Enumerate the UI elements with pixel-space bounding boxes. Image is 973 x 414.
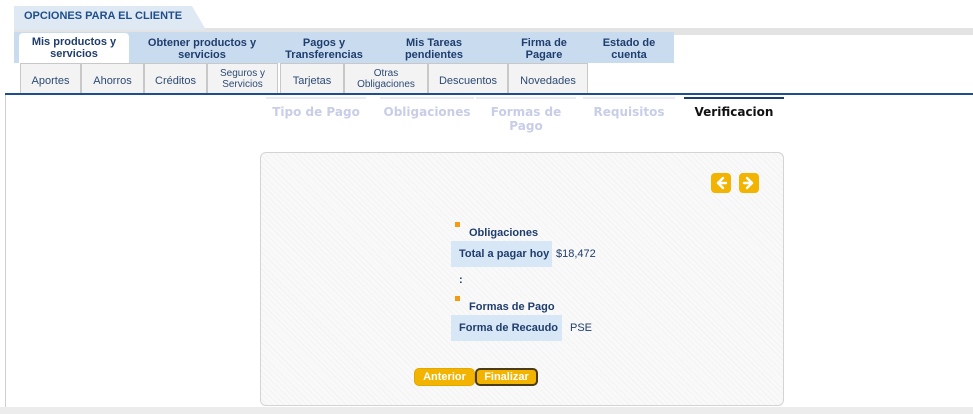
nav-item-obtener-productos[interactable]: Obtener productos y servicios bbox=[142, 34, 262, 63]
nav-item-estado-cuenta[interactable]: Estado de cuenta bbox=[594, 34, 664, 63]
sub-tab-ahorros[interactable]: Ahorros bbox=[81, 63, 144, 93]
sub-tab-otras-obligaciones[interactable]: Otras Obligaciones bbox=[344, 63, 428, 93]
left-divider bbox=[5, 95, 6, 407]
step-requisitos[interactable]: Requisitos bbox=[583, 97, 675, 121]
formas-pago-title: Formas de Pago bbox=[469, 301, 555, 313]
forma-recaudo-label: Forma de Recaudo bbox=[451, 315, 562, 341]
total-label: Total a pagar hoy : bbox=[451, 241, 552, 286]
sub-nav-underline bbox=[5, 93, 973, 95]
sub-tab-descuentos[interactable]: Descuentos bbox=[428, 63, 508, 93]
sub-tab-novedades[interactable]: Novedades bbox=[508, 63, 588, 93]
nav-item-pagos[interactable]: Pagos y Transferencias bbox=[274, 34, 374, 63]
nav-item-mis-productos[interactable]: Mis productos y servicios bbox=[19, 33, 129, 63]
header-title: OPCIONES PARA EL CLIENTE bbox=[24, 10, 183, 22]
sub-tab-aportes[interactable]: Aportes bbox=[20, 63, 81, 93]
page: OPCIONES PARA EL CLIENTE Mis productos y… bbox=[0, 0, 973, 414]
sub-nav: Aportes Ahorros Créditos Seguros y Servi… bbox=[14, 63, 973, 93]
obligaciones-title: Obligaciones bbox=[469, 227, 539, 239]
section-marker-icon bbox=[455, 222, 460, 227]
sub-tab-seguros[interactable]: Seguros y Servicios bbox=[207, 63, 278, 93]
step-obligaciones[interactable]: Obligaciones bbox=[380, 97, 474, 121]
nav-item-firma-pagare[interactable]: Firma de Pagare bbox=[504, 34, 584, 63]
arrow-left-icon bbox=[716, 176, 728, 190]
step-tipo-de-pago[interactable]: Tipo de Pago bbox=[266, 97, 366, 121]
anterior-button[interactable]: Anterior bbox=[414, 368, 475, 386]
header-tab: OPCIONES PARA EL CLIENTE bbox=[14, 6, 206, 30]
sub-tab-tarjetas[interactable]: Tarjetas bbox=[280, 63, 344, 93]
next-arrow-button[interactable] bbox=[739, 173, 759, 193]
forma-recaudo-value: PSE bbox=[570, 322, 593, 334]
prev-arrow-button[interactable] bbox=[711, 173, 731, 193]
finalizar-button[interactable]: Finalizar bbox=[475, 368, 538, 386]
main-nav: Mis productos y servicios Obtener produc… bbox=[14, 32, 973, 63]
nav-item-tareas[interactable]: Mis Tareas pendientes bbox=[394, 34, 474, 63]
bottom-bar bbox=[0, 407, 973, 414]
step-formas-de-pago[interactable]: Formas de Pago bbox=[476, 97, 576, 133]
total-value: $18,472 bbox=[556, 248, 596, 260]
step-verificacion[interactable]: Verificacion bbox=[684, 97, 784, 121]
section-marker-icon bbox=[455, 296, 460, 301]
main-nav-strip bbox=[674, 32, 973, 35]
sub-tab-creditos[interactable]: Créditos bbox=[144, 63, 207, 93]
arrow-right-icon bbox=[742, 176, 754, 190]
